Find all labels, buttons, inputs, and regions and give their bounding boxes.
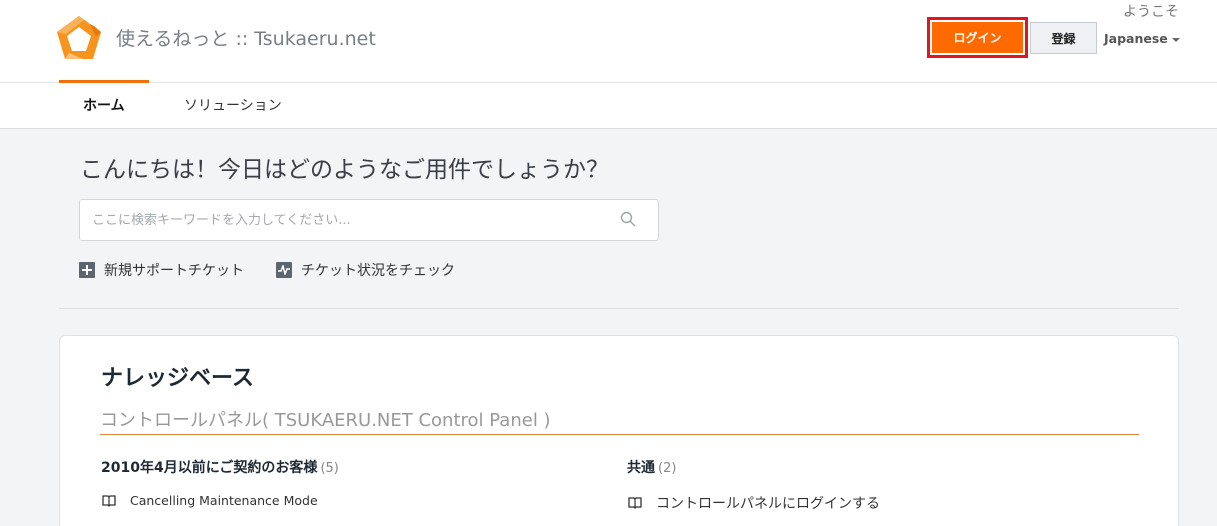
tsukaeru-logo-icon[interactable]	[54, 14, 104, 62]
check-ticket-label: チケット状況をチェック	[301, 263, 455, 279]
page-greeting: こんにちは！今日はどのようなご用件でしょうか？	[80, 157, 609, 183]
search-box	[79, 199, 659, 241]
kb-section-title[interactable]: コントロールパネル( TSUKAERU.NET Control Panel )	[100, 406, 551, 432]
knowledge-base-card: ナレッジベース コントロールパネル( TSUKAERU.NET Control …	[59, 335, 1179, 526]
active-tab-indicator	[59, 80, 149, 83]
plus-icon	[79, 262, 95, 278]
register-button[interactable]: 登録	[1030, 22, 1097, 54]
search-input[interactable]	[80, 200, 620, 240]
login-button-highlight: ログイン	[927, 17, 1028, 58]
search-icon[interactable]	[620, 211, 636, 227]
language-label: Japanese	[1104, 31, 1168, 46]
category-count: (2)	[658, 461, 677, 476]
caret-down-icon	[1171, 37, 1180, 42]
new-ticket-label: 新規サポートチケット	[104, 263, 244, 279]
language-selector[interactable]: Japanese	[1104, 31, 1180, 46]
login-button[interactable]: ログイン	[932, 22, 1023, 53]
tab-home[interactable]: ホーム	[83, 95, 125, 115]
new-ticket-link[interactable]: 新規サポートチケット	[79, 260, 244, 280]
activity-icon	[276, 262, 292, 278]
category-heading[interactable]: 2010年4月以前にご契約のお客様 (5)	[101, 457, 339, 477]
article-title: Cancelling Maintenance Mode	[130, 493, 318, 508]
book-icon	[102, 494, 116, 507]
article-title: コントロールパネルにログインする	[656, 496, 880, 512]
kb-section-underline	[100, 434, 1139, 435]
kb-title: ナレッジベース	[101, 366, 254, 391]
category-name: 2010年4月以前にご契約のお客様	[101, 460, 318, 476]
check-ticket-link[interactable]: チケット状況をチェック	[276, 260, 455, 280]
section-divider	[59, 308, 1179, 309]
tab-solutions[interactable]: ソリューション	[184, 95, 282, 115]
welcome-text: ようこそ	[1123, 4, 1179, 20]
article-link[interactable]: Cancelling Maintenance Mode	[102, 493, 318, 508]
site-header: 使えるねっと :: Tsukaeru.net ようこそ ログイン 登録 Japa…	[0, 0, 1217, 83]
book-icon	[628, 497, 642, 509]
site-title[interactable]: 使えるねっと :: Tsukaeru.net	[116, 24, 376, 51]
category-name: 共通	[627, 460, 655, 476]
main-nav: ホーム ソリューション	[0, 83, 1217, 129]
category-heading[interactable]: 共通 (2)	[627, 457, 676, 477]
article-link[interactable]: コントロールパネルにログインする	[628, 493, 880, 513]
category-count: (5)	[320, 461, 339, 476]
